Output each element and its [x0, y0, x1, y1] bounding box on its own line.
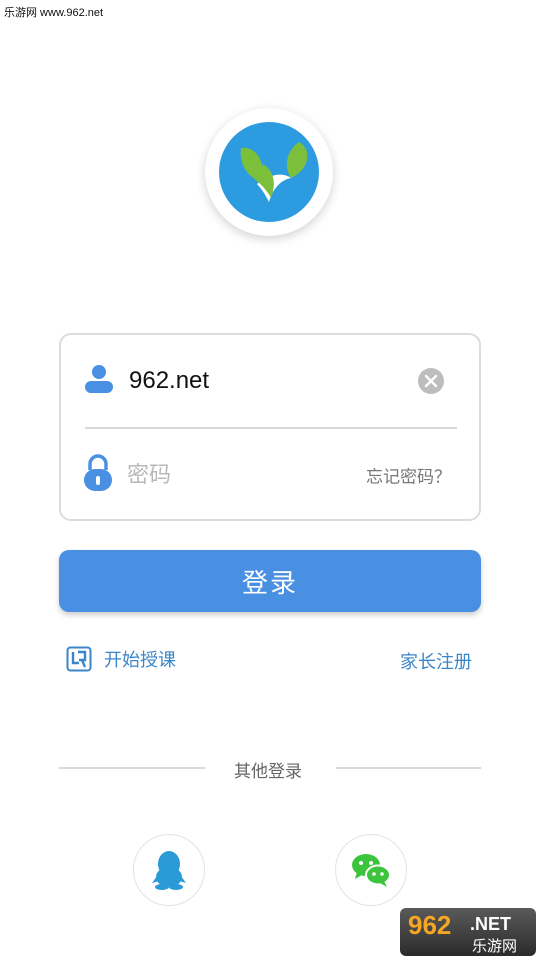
watermark-top-text: 乐游网 www.962.net [4, 7, 104, 19]
watermark-badge-number: 962 [408, 910, 452, 940]
username-field[interactable]: 962.net [129, 367, 209, 395]
start-teaching-link[interactable]: 开始授课 [66, 646, 176, 672]
other-login-label: 其他登录 [234, 762, 302, 782]
user-icon [83, 363, 115, 399]
teach-icon [66, 646, 92, 672]
other-login-divider-right [336, 767, 481, 769]
close-icon [424, 374, 438, 388]
clear-username-button[interactable] [418, 368, 444, 394]
username-row: 962.net [61, 335, 479, 427]
password-input[interactable] [127, 455, 347, 495]
wechat-login-button[interactable] [335, 834, 407, 906]
parent-register-link[interactable]: 家长注册 [400, 648, 472, 674]
lock-icon [83, 454, 113, 496]
qq-login-button[interactable] [133, 834, 205, 906]
logo-icon [219, 122, 319, 222]
watermark-badge-cn: 乐游网 [472, 937, 518, 955]
watermark-badge: 962 .NET 乐游网 [400, 908, 536, 956]
watermark-badge-suffix: .NET [470, 914, 512, 934]
app-logo [205, 108, 333, 236]
password-row: 忘记密码？ [61, 429, 479, 521]
start-teaching-label: 开始授课 [104, 650, 176, 671]
other-login-divider-left [59, 767, 205, 769]
qq-icon [152, 851, 186, 890]
login-form: 962.net 忘记密码？ [59, 333, 481, 521]
wechat-icon [352, 854, 391, 887]
login-button[interactable]: 登录 [59, 550, 481, 612]
forgot-password-link[interactable]: 忘记密码？ [366, 463, 451, 488]
